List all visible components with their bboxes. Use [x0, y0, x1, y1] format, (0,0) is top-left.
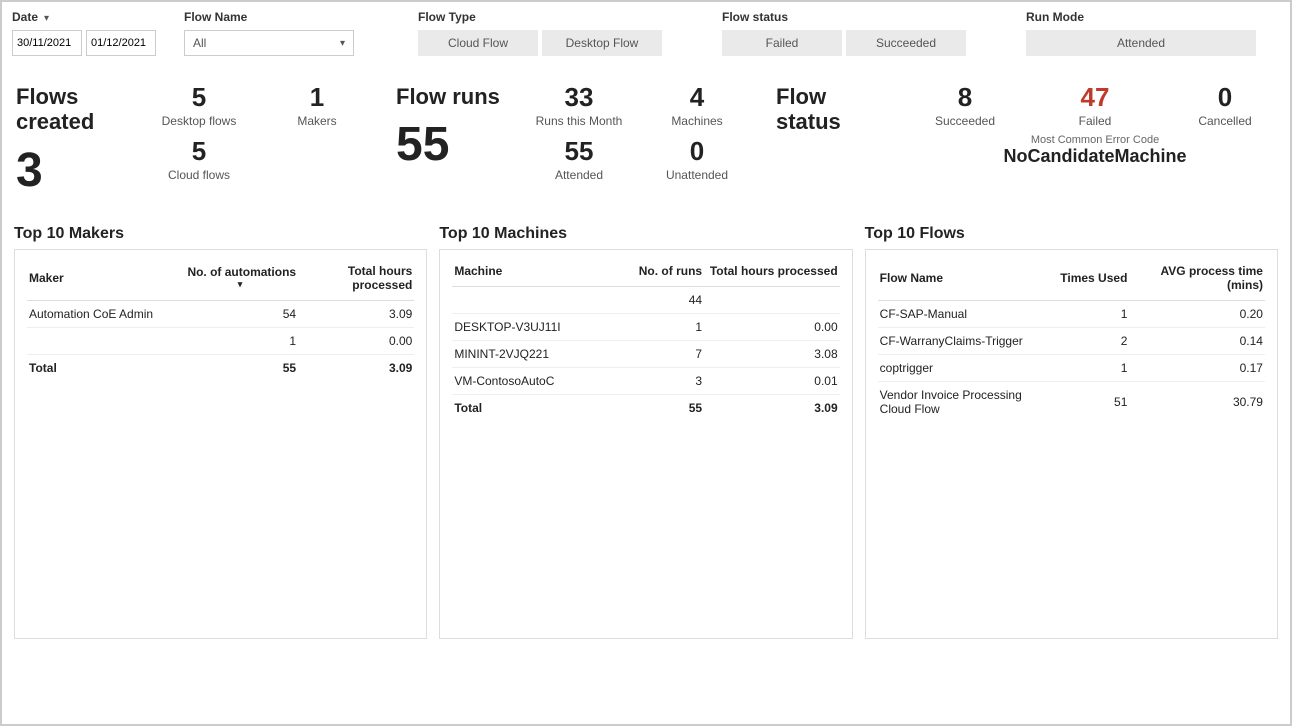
makers-label: Makers	[272, 114, 362, 128]
attended-value: 55	[534, 138, 624, 164]
unattended-label: Unattended	[652, 168, 742, 182]
flowname-filter-label: Flow Name	[184, 10, 374, 24]
table-row[interactable]: Automation CoE Admin 54 3.09	[27, 300, 414, 327]
makers-col-maker[interactable]: Maker	[27, 260, 182, 301]
table-row[interactable]: CF-WarranyClaims-Trigger 2 0.14	[878, 327, 1265, 354]
runs-month-value: 33	[534, 84, 624, 110]
date-from-input[interactable]	[12, 30, 82, 56]
failed-label: Failed	[1050, 114, 1140, 128]
top-machines-title: Top 10 Machines	[439, 225, 852, 243]
stats-row: Flows created 3 5 Desktop flows 5 Cloud …	[12, 84, 1280, 195]
flowtype-filter-label: Flow Type	[418, 10, 678, 24]
machines-value: 4	[652, 84, 742, 110]
flowstatus-option-failed[interactable]: Failed	[722, 30, 842, 56]
chevron-down-icon: ▾	[44, 13, 49, 24]
flowname-dropdown[interactable]: All ▾	[184, 30, 354, 56]
machines-label: Machines	[652, 114, 742, 128]
runmode-option-attended[interactable]: Attended	[1026, 30, 1256, 56]
flowstatus-option-succeeded[interactable]: Succeeded	[846, 30, 966, 56]
cancelled-label: Cancelled	[1180, 114, 1270, 128]
flowtype-option-desktop[interactable]: Desktop Flow	[542, 30, 662, 56]
most-common-error-code: NoCandidateMachine	[914, 146, 1276, 167]
table-row[interactable]: 44	[452, 286, 839, 313]
top-machines-card: Top 10 Machines Machine No. of runs Tota…	[439, 225, 852, 639]
flowtype-option-cloud[interactable]: Cloud Flow	[418, 30, 538, 56]
top-flows-card: Top 10 Flows Flow Name Times Used AVG pr…	[865, 225, 1278, 639]
cancelled-value: 0	[1180, 84, 1270, 110]
flows-created-total: 3	[16, 147, 126, 195]
desktop-flows-label: Desktop flows	[154, 114, 244, 128]
flow-runs-total: 55	[396, 121, 506, 169]
cloud-flows-label: Cloud flows	[154, 168, 244, 182]
sort-desc-icon: ▾	[184, 279, 296, 290]
cloud-flows-value: 5	[154, 138, 244, 164]
machines-col-hours[interactable]: Total hours processed	[704, 260, 840, 287]
top-machines-table[interactable]: Machine No. of runs Total hours processe…	[452, 260, 839, 421]
tables-row: Top 10 Makers Maker No. of automations▾ …	[12, 225, 1280, 639]
machines-col-machine[interactable]: Machine	[452, 260, 607, 287]
makers-col-hours[interactable]: Total hours processed	[298, 260, 414, 301]
date-to-input[interactable]	[86, 30, 156, 56]
top-flows-table[interactable]: Flow Name Times Used AVG process time (m…	[878, 260, 1265, 422]
flows-col-times[interactable]: Times Used	[1052, 260, 1129, 301]
flow-status-title: Flow status	[776, 84, 886, 135]
top-makers-card: Top 10 Makers Maker No. of automations▾ …	[14, 225, 427, 639]
flow-status-group: Flow status 8 Succeeded 47 Failed 0 Canc…	[776, 84, 1276, 195]
machines-col-runs[interactable]: No. of runs	[607, 260, 704, 287]
attended-label: Attended	[534, 168, 624, 182]
top-flows-title: Top 10 Flows	[865, 225, 1278, 243]
flows-col-name[interactable]: Flow Name	[878, 260, 1052, 301]
flows-created-title: Flows created	[16, 84, 126, 135]
desktop-flows-value: 5	[154, 84, 244, 110]
table-row[interactable]: Vendor Invoice Processing Cloud Flow 51 …	[878, 381, 1265, 422]
runs-month-label: Runs this Month	[534, 114, 624, 128]
table-row[interactable]: VM-ContosoAutoC 3 0.01	[452, 367, 839, 394]
table-total-row: Total 55 3.09	[27, 354, 414, 381]
failed-value: 47	[1050, 84, 1140, 110]
flowstatus-filter-label: Flow status	[722, 10, 982, 24]
succeeded-value: 8	[920, 84, 1010, 110]
table-row[interactable]: 1 0.00	[27, 327, 414, 354]
table-row[interactable]: coptrigger 1 0.17	[878, 354, 1265, 381]
top-makers-title: Top 10 Makers	[14, 225, 427, 243]
runmode-filter-label: Run Mode	[1026, 10, 1280, 24]
top-makers-table[interactable]: Maker No. of automations▾ Total hours pr…	[27, 260, 414, 381]
succeeded-label: Succeeded	[920, 114, 1010, 128]
unattended-value: 0	[652, 138, 742, 164]
table-total-row: Total 55 3.09	[452, 394, 839, 421]
flow-runs-title: Flow runs	[396, 84, 506, 109]
flow-runs-group: Flow runs 55 33 Runs this Month 55 Atten…	[396, 84, 742, 195]
table-row[interactable]: MININT-2VJQ221 7 3.08	[452, 340, 839, 367]
flowname-dropdown-value: All	[193, 36, 206, 50]
chevron-down-icon: ▾	[340, 38, 345, 49]
table-row[interactable]: CF-SAP-Manual 1 0.20	[878, 300, 1265, 327]
flows-col-avg[interactable]: AVG process time (mins)	[1129, 260, 1265, 301]
filters-row: Date ▾ Flow Name All ▾ Flow Type Cloud F…	[12, 10, 1280, 56]
date-filter-label: Date	[12, 10, 38, 24]
most-common-error-label: Most Common Error Code	[914, 134, 1276, 146]
flows-created-group: Flows created 3 5 Desktop flows 5 Cloud …	[16, 84, 362, 195]
makers-value: 1	[272, 84, 362, 110]
makers-col-automations[interactable]: No. of automations▾	[182, 260, 298, 301]
table-row[interactable]: DESKTOP-V3UJ11I 1 0.00	[452, 313, 839, 340]
